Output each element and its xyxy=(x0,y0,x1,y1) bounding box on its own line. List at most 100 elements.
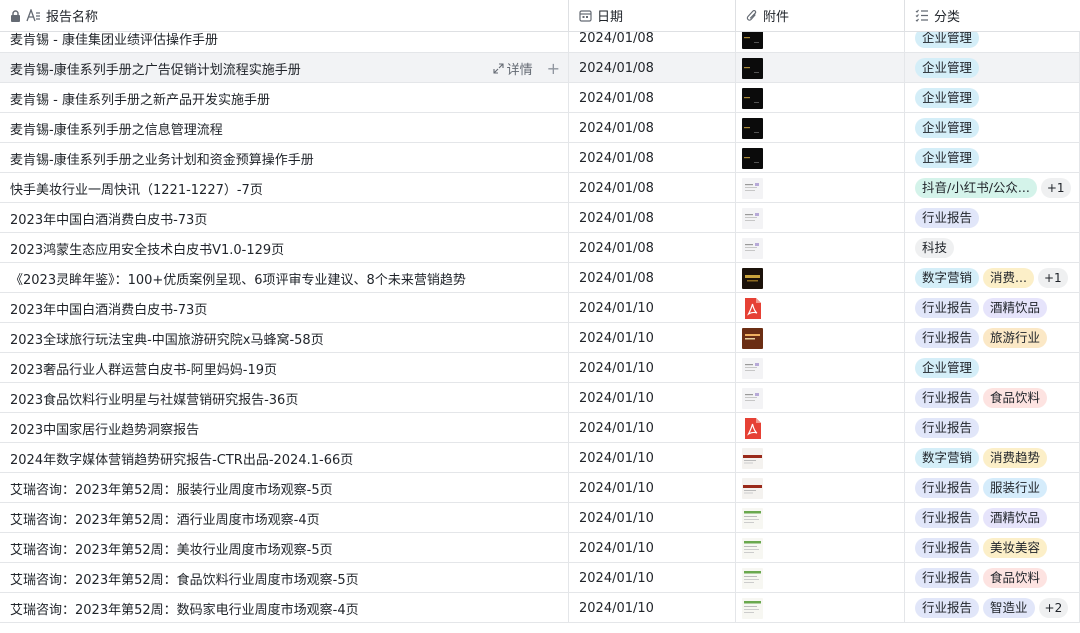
attachment-cell[interactable] xyxy=(736,473,905,503)
attachment-thumbnail[interactable] xyxy=(744,297,763,319)
report-name-cell[interactable]: 2024年数字媒体营销趋势研究报告-CTR出品-2024.1-66页 xyxy=(0,443,569,473)
report-name-cell[interactable]: 快手美妆行业一周快讯（1221-1227）-7页 xyxy=(0,173,569,203)
date-cell[interactable]: 2024/01/10 xyxy=(569,503,736,533)
date-cell[interactable]: 2024/01/10 xyxy=(569,383,736,413)
attachment-cell[interactable] xyxy=(736,323,905,353)
attachment-thumbnail[interactable] xyxy=(742,177,763,199)
attachment-cell[interactable] xyxy=(736,443,905,473)
attachment-thumbnail[interactable] xyxy=(742,327,763,349)
date-cell[interactable]: 2024/01/08 xyxy=(569,113,736,143)
category-cell[interactable]: 行业报告 酒精饮品 xyxy=(905,293,1080,323)
date-cell[interactable]: 2024/01/10 xyxy=(569,593,736,623)
category-cell[interactable]: 行业报告 美妆美容 xyxy=(905,533,1080,563)
category-cell[interactable]: 企业管理 xyxy=(905,53,1080,83)
date-cell[interactable]: 2024/01/08 xyxy=(569,203,736,233)
report-name-cell[interactable]: 艾瑞咨询：2023年第52周：数码家电行业周度市场观察-4页 xyxy=(0,593,569,623)
report-name-cell[interactable]: 麦肯锡-康佳系列手册之信息管理流程 xyxy=(0,113,569,143)
date-cell[interactable]: 2024/01/08 xyxy=(569,173,736,203)
attachment-cell[interactable] xyxy=(736,533,905,563)
attachment-thumbnail[interactable] xyxy=(742,147,763,169)
table-row[interactable]: 麦肯锡-康佳系列手册之业务计划和资金预算操作手册 2024/01/08 企业管理 xyxy=(0,143,1080,173)
table-row[interactable]: 2023年中国白酒消费白皮书-73页 2024/01/10 行业报告 酒精饮品 xyxy=(0,293,1080,323)
date-cell[interactable]: 2024/01/10 xyxy=(569,473,736,503)
attachment-thumbnail[interactable] xyxy=(742,567,763,589)
attachment-thumbnail[interactable] xyxy=(742,597,763,619)
category-cell[interactable]: 数字营销 消费... +1 xyxy=(905,263,1080,293)
report-name-cell[interactable]: 2023年中国白酒消费白皮书-73页 xyxy=(0,293,569,323)
date-cell[interactable]: 2024/01/10 xyxy=(569,293,736,323)
category-cell[interactable]: 行业报告 酒精饮品 xyxy=(905,503,1080,533)
column-header-category[interactable]: 分类 xyxy=(905,0,1080,31)
report-name-cell[interactable]: 麦肯锡-康佳系列手册之广告促销计划流程实施手册 详情 + xyxy=(0,53,569,83)
category-cell[interactable]: 行业报告 食品饮料 xyxy=(905,563,1080,593)
category-cell[interactable]: 抖音/小红书/公众... +1 xyxy=(905,173,1080,203)
table-row[interactable]: 2023奢品行业人群运营白皮书-阿里妈妈-19页 2024/01/10 企业管理 xyxy=(0,353,1080,383)
report-name-cell[interactable]: 麦肯锡-康佳系列手册之业务计划和资金预算操作手册 xyxy=(0,143,569,173)
table-row[interactable]: 2023食品饮料行业明星与社媒营销研究报告-36页 2024/01/10 行业报告食… xyxy=(0,383,1080,413)
table-row[interactable]: 2024年数字媒体营销趋势研究报告-CTR出品-2024.1-66页 2024/0… xyxy=(0,443,1080,473)
report-name-cell[interactable]: 艾瑞咨询：2023年第52周：食品饮料行业周度市场观察-5页 xyxy=(0,563,569,593)
attachment-cell[interactable] xyxy=(736,293,905,323)
report-name-cell[interactable]: 2023食品饮料行业明星与社媒营销研究报告-36页 xyxy=(0,383,569,413)
column-header-date[interactable]: 日期 xyxy=(569,0,736,31)
attachment-thumbnail[interactable] xyxy=(742,57,763,79)
report-name-cell[interactable]: 艾瑞咨询：2023年第52周：酒行业周度市场观察-4页 xyxy=(0,503,569,533)
attachment-cell[interactable] xyxy=(736,263,905,293)
attachment-thumbnail[interactable] xyxy=(742,117,763,139)
attachment-thumbnail[interactable] xyxy=(742,207,763,229)
report-name-cell[interactable]: 《2023灵眸年鉴》：100+优质案例呈现、6项评审专业建议、8个未来营销趋势 xyxy=(0,263,569,293)
table-row[interactable]: 艾瑞咨询：2023年第52周：美妆行业周度市场观察-5页 2024/01/10 行业… xyxy=(0,533,1080,563)
attachment-cell[interactable] xyxy=(736,53,905,83)
table-row[interactable]: 艾瑞咨询：2023年第52周：酒行业周度市场观察-4页 2024/01/10 行业报… xyxy=(0,503,1080,533)
date-cell[interactable]: 2024/01/10 xyxy=(569,413,736,443)
attachment-thumbnail[interactable] xyxy=(742,537,763,559)
date-cell[interactable]: 2024/01/10 xyxy=(569,443,736,473)
category-cell[interactable]: 行业报告 xyxy=(905,203,1080,233)
report-name-cell[interactable]: 麦肯锡 - 康佳系列手册之新产品开发实施手册 xyxy=(0,83,569,113)
attachment-thumbnail[interactable] xyxy=(742,237,763,259)
report-name-cell[interactable]: 2023奢品行业人群运营白皮书-阿里妈妈-19页 xyxy=(0,353,569,383)
category-cell[interactable]: 行业报告 食品饮料 xyxy=(905,383,1080,413)
date-cell[interactable]: 2024/01/08 xyxy=(569,53,736,83)
date-cell[interactable]: 2024/01/10 xyxy=(569,353,736,383)
attachment-thumbnail[interactable] xyxy=(742,447,763,469)
attachment-cell[interactable] xyxy=(736,113,905,143)
date-cell[interactable]: 2024/01/10 xyxy=(569,533,736,563)
expand-icon[interactable] xyxy=(493,62,504,74)
category-cell[interactable]: 企业管理 xyxy=(905,143,1080,173)
table-row[interactable]: 艾瑞咨询：2023年第52周：服装行业周度市场观察-5页 2024/01/10 行业… xyxy=(0,473,1080,503)
attachment-cell[interactable] xyxy=(736,383,905,413)
category-cell[interactable]: 行业报告 智造业 +2 xyxy=(905,593,1080,623)
date-cell[interactable]: 2024/01/10 xyxy=(569,563,736,593)
category-cell[interactable]: 行业报告 xyxy=(905,413,1080,443)
detail-button[interactable]: 详情 xyxy=(507,59,533,78)
table-row[interactable]: 麦肯锡-康佳系列手册之信息管理流程 2024/01/08 企业管理 xyxy=(0,113,1080,143)
attachment-cell[interactable] xyxy=(736,563,905,593)
date-cell[interactable]: 2024/01/10 xyxy=(569,323,736,353)
attachment-thumbnail[interactable] xyxy=(742,267,763,289)
column-header-attachment[interactable]: 附件 xyxy=(736,0,905,31)
date-cell[interactable]: 2024/01/08 xyxy=(569,263,736,293)
table-row[interactable]: 2023鸿蒙生态应用安全技术白皮书V1.0-129页 2024/01/08 科技 xyxy=(0,233,1080,263)
date-cell[interactable]: 2024/01/08 xyxy=(569,233,736,263)
report-name-cell[interactable]: 2023全球旅行玩法宝典-中国旅游研究院x马蜂窝-58页 xyxy=(0,323,569,353)
table-row[interactable]: 艾瑞咨询：2023年第52周：食品饮料行业周度市场观察-5页 2024/01/10… xyxy=(0,563,1080,593)
attachment-cell[interactable] xyxy=(736,143,905,173)
table-row[interactable]: 2023年中国白酒消费白皮书-73页 2024/01/08 行业报告 xyxy=(0,203,1080,233)
attachment-cell[interactable] xyxy=(736,413,905,443)
category-cell[interactable]: 行业报告 旅游行业 xyxy=(905,323,1080,353)
more-tags-badge[interactable]: +2 xyxy=(1038,598,1069,618)
table-row[interactable]: 2023中国家居行业趋势洞察报告 2024/01/10 行业报告 xyxy=(0,413,1080,443)
more-tags-badge[interactable]: +1 xyxy=(1040,178,1071,198)
attachment-cell[interactable] xyxy=(736,353,905,383)
table-row[interactable]: 麦肯锡-康佳系列手册之广告促销计划流程实施手册 详情 +2024/01/08 企业管理 xyxy=(0,53,1080,83)
category-cell[interactable]: 企业管理 xyxy=(905,353,1080,383)
category-cell[interactable]: 企业管理 xyxy=(905,83,1080,113)
table-row[interactable]: 艾瑞咨询：2023年第52周：数码家电行业周度市场观察-4页 2024/01/10… xyxy=(0,593,1080,623)
attachment-cell[interactable] xyxy=(736,83,905,113)
attachment-cell[interactable] xyxy=(736,503,905,533)
attachment-thumbnail[interactable] xyxy=(742,507,763,529)
category-cell[interactable]: 行业报告 服装行业 xyxy=(905,473,1080,503)
column-header-name[interactable]: 报告名称 xyxy=(0,0,569,31)
attachment-thumbnail[interactable] xyxy=(742,477,763,499)
